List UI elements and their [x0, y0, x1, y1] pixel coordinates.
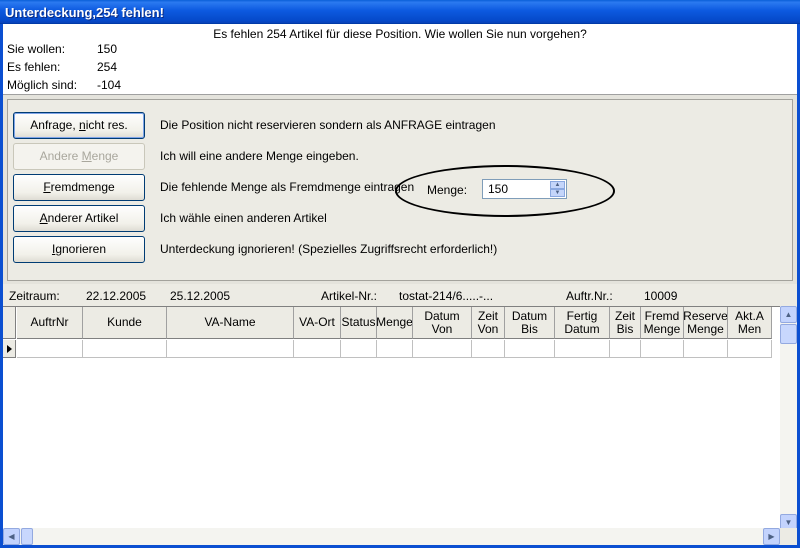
date-to: 25.12.2005: [170, 289, 231, 303]
info-label-moeglich: Möglich sind:: [7, 78, 78, 92]
column-header[interactable]: Fremd Menge: [641, 307, 684, 339]
column-header[interactable]: Akt.A Men: [728, 307, 772, 339]
column-header[interactable]: VA-Ort: [294, 307, 341, 339]
artikel-value: tostat-214/6.....-...: [399, 289, 494, 303]
grid-cell[interactable]: [167, 340, 294, 358]
current-row-arrow-icon: [7, 345, 12, 353]
andere-menge-button-label-pre: Andere: [39, 149, 82, 163]
spin-up-icon[interactable]: ▲: [550, 181, 565, 189]
auftr-label: Auftr.Nr.:: [566, 289, 613, 303]
scroll-up-icon[interactable]: ▲: [780, 306, 797, 323]
column-header[interactable]: Status: [341, 307, 377, 339]
artikel-label: Artikel-Nr.:: [321, 289, 378, 303]
column-header[interactable]: Reserve Menge: [684, 307, 728, 339]
date-from: 22.12.2005: [86, 289, 147, 303]
info-value-fehlen: 254: [97, 60, 118, 74]
fremdmenge-description: Die fehlende Menge als Fremdmenge eintra…: [160, 180, 415, 194]
header-message: Es fehlen 254 Artikel für diese Position…: [213, 27, 587, 41]
andere-menge-button[interactable]: Andere Menge: [13, 143, 145, 170]
menge-spinner[interactable]: ▲ ▼: [550, 181, 565, 197]
andere-menge-description: Ich will eine andere Menge eingeben.: [160, 149, 359, 163]
ignorieren-button-label-post: gnorieren: [55, 242, 107, 256]
grid-cell[interactable]: [472, 340, 505, 358]
info-value-moeglich: -104: [97, 78, 122, 92]
anfrage-button-label-pre: Anfrage,: [30, 118, 79, 132]
vertical-scroll-thumb[interactable]: [780, 324, 797, 344]
options-panel: Anfrage, nicht res. Die Position nicht r…: [3, 94, 797, 284]
anderer-artikel-button-label-post: nderer Artikel: [47, 211, 119, 225]
menge-label: Menge:: [427, 183, 468, 197]
filter-bar: Zeitraum: 22.12.2005 25.12.2005 Artikel-…: [3, 284, 797, 306]
grid-cell[interactable]: [341, 340, 377, 358]
info-label-fehlen: Es fehlen:: [7, 60, 61, 74]
fremdmenge-button-mnemonic: F: [43, 180, 51, 194]
grid-cell[interactable]: [728, 340, 772, 358]
column-header[interactable]: Menge: [377, 307, 413, 339]
grid-cell[interactable]: [377, 340, 413, 358]
andere-menge-button-label-post: enge: [91, 149, 119, 163]
column-header[interactable]: AuftrNr: [17, 307, 83, 339]
fremdmenge-button[interactable]: Fremdmenge: [13, 174, 145, 201]
ignorieren-description: Unterdeckung ignorieren! (Spezielles Zug…: [160, 242, 498, 256]
scroll-right-icon[interactable]: ▶: [763, 528, 780, 545]
info-label-wollen: Sie wollen:: [7, 42, 66, 56]
horizontal-scrollbar[interactable]: ◀ ▶: [3, 528, 780, 545]
grid-corner[interactable]: [3, 307, 16, 339]
ignorieren-button[interactable]: Ignorieren: [13, 236, 145, 263]
grid-cell[interactable]: [610, 340, 641, 358]
fremdmenge-button-label-post: remdmenge: [50, 180, 115, 194]
grid-cell[interactable]: [684, 340, 728, 358]
row-selector[interactable]: [3, 340, 16, 358]
grid-cell[interactable]: [83, 340, 167, 358]
options-group: Anfrage, nicht res. Die Position nicht r…: [7, 99, 793, 281]
column-header[interactable]: Zeit Bis: [610, 307, 641, 339]
grid-cell[interactable]: [555, 340, 610, 358]
menge-input[interactable]: 150 ▲ ▼: [482, 179, 567, 199]
header-panel: Es fehlen 254 Artikel für diese Position…: [3, 24, 797, 94]
anfrage-button-label-post: icht res.: [85, 118, 128, 132]
column-header[interactable]: Datum Von: [413, 307, 472, 339]
anfrage-description: Die Position nicht reservieren sondern a…: [160, 118, 496, 132]
menge-value: 150: [488, 182, 509, 196]
size-grip: [780, 528, 797, 545]
horizontal-scroll-thumb[interactable]: [21, 528, 33, 545]
grid-cell[interactable]: [413, 340, 472, 358]
anderer-artikel-button[interactable]: Anderer Artikel: [13, 205, 145, 232]
anfrage-button-mnemonic: n: [79, 118, 86, 132]
column-header[interactable]: VA-Name: [167, 307, 294, 339]
auftr-value: 10009: [644, 289, 678, 303]
anderer-artikel-button-mnemonic: A: [39, 211, 48, 225]
vertical-scrollbar[interactable]: ▲ ▼: [780, 306, 797, 531]
andere-menge-button-mnemonic: M: [81, 149, 92, 163]
zeitraum-label: Zeitraum:: [9, 289, 60, 303]
info-value-wollen: 150: [97, 42, 118, 56]
anfrage-button[interactable]: Anfrage, nicht res.: [13, 112, 145, 139]
column-header[interactable]: Fertig Datum: [555, 307, 610, 339]
column-header[interactable]: Datum Bis: [505, 307, 555, 339]
scroll-left-icon[interactable]: ◀: [3, 528, 20, 545]
anderer-artikel-description: Ich wähle einen anderen Artikel: [160, 211, 327, 225]
window-title: Unterdeckung,254 fehlen!: [0, 0, 800, 24]
grid-cell[interactable]: [641, 340, 684, 358]
column-header[interactable]: Kunde: [83, 307, 167, 339]
column-header[interactable]: Zeit Von: [472, 307, 505, 339]
data-grid[interactable]: AuftrNr Kunde VA-Name VA-Ort Status Menge Datu…: [3, 306, 797, 531]
grid-cell[interactable]: [294, 340, 341, 358]
grid-cell[interactable]: [17, 340, 83, 358]
grid-cell[interactable]: [505, 340, 555, 358]
spin-down-icon[interactable]: ▼: [550, 189, 565, 197]
